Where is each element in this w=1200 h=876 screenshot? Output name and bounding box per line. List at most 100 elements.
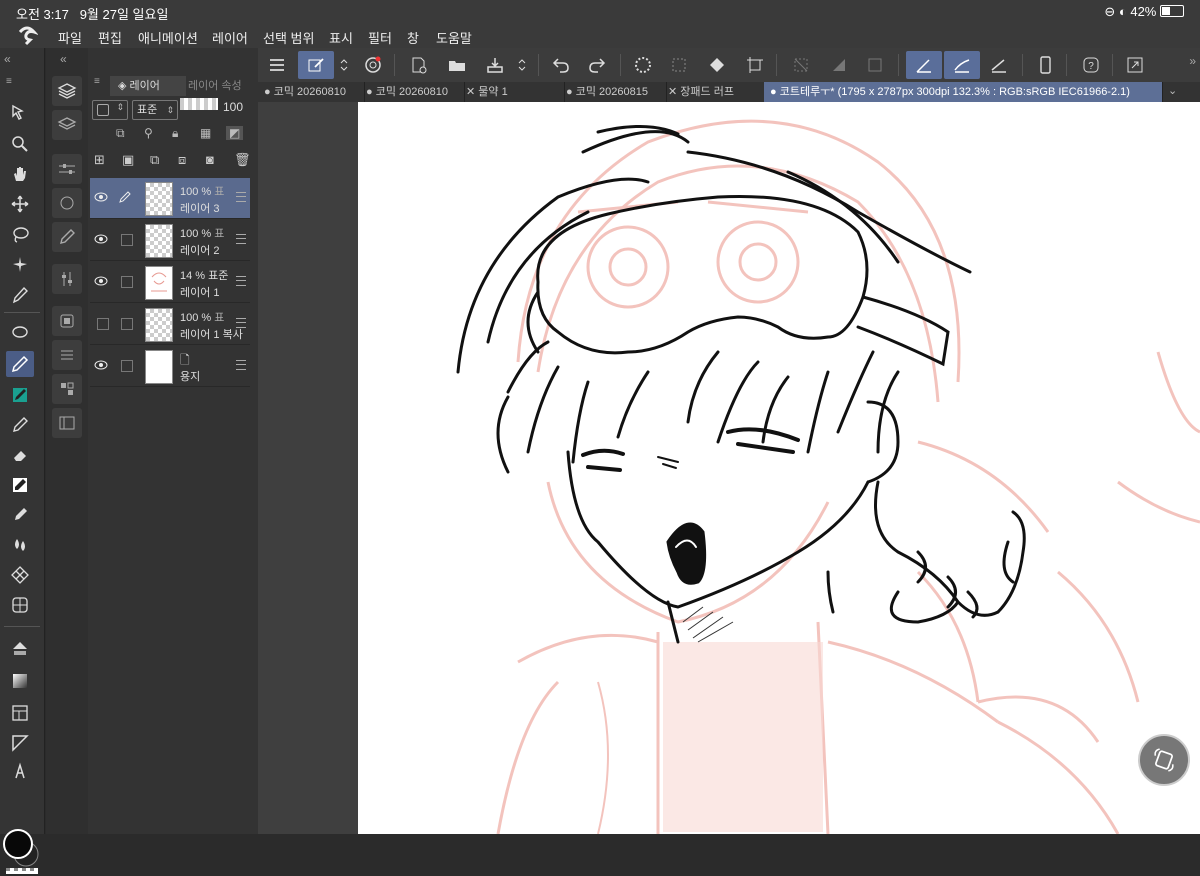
mask-mode-button[interactable]: ⇕ [92,100,128,120]
menu-animation[interactable]: 애니메이션 [138,28,198,47]
edit-checkbox[interactable] [121,234,133,246]
redo-icon[interactable] [582,51,612,79]
drag-handle-icon[interactable] [236,360,246,370]
invert-selection-icon[interactable] [824,51,854,79]
record-icon[interactable] [358,51,388,79]
pattern-tool-icon[interactable] [6,562,34,588]
new-raster-layer-icon[interactable]: ⊞ [94,152,105,168]
layer-row-2[interactable]: 100 % 표 레이어 2 [90,220,250,261]
tab-layer[interactable]: ◈ 레이어 [110,76,186,96]
canvas-paper[interactable] [358,102,1200,834]
lock-alpha-icon[interactable]: ▦ [200,126,211,140]
transform-icon[interactable] [740,51,770,79]
layer-row-3[interactable]: 100 % 표 레이어 3 [90,178,250,219]
delete-layer-icon[interactable]: 🗑︎ [234,152,251,168]
opacity-slider[interactable] [180,98,218,110]
eye-icon[interactable] [94,358,108,372]
mode-toggle-icon[interactable] [336,51,352,79]
color-set-icon[interactable] [52,374,82,404]
help-icon[interactable]: ? [1076,51,1106,79]
blend-mode-select[interactable]: 표준 ⇕ [132,100,178,120]
menu-window[interactable]: 창 [407,28,419,47]
eye-icon[interactable] [94,190,108,204]
drag-handle-icon[interactable] [236,234,246,244]
text-tool-icon[interactable] [6,758,34,784]
tab-doc-5[interactable]: ✕ 장패드 러프 [662,82,769,102]
magic-wand-icon[interactable] [6,252,34,278]
snap-grid-icon[interactable] [984,51,1014,79]
app-logo-icon[interactable] [16,26,38,46]
visibility-checkbox[interactable] [97,318,109,330]
mask-icon[interactable]: ◩ [226,126,244,140]
pen-tool-icon[interactable] [6,351,34,377]
eraser-tool-icon[interactable] [6,442,34,468]
collapse-left-icon[interactable]: « [4,52,11,66]
operation-tool-icon[interactable] [6,100,34,126]
tab-doc-4[interactable]: ● 코믹 20260815 [560,82,667,102]
tab-doc-2[interactable]: ● 코믹 20260810 [360,82,465,102]
menu-file[interactable]: 파일 [58,28,82,47]
open-file-icon[interactable] [442,51,472,79]
loading-icon[interactable] [628,51,658,79]
color-blend-icon[interactable] [6,472,34,498]
tabs-overflow-icon[interactable]: ⌄ [1168,84,1177,97]
ruler-tool-icon[interactable] [6,730,34,756]
new-folder-icon[interactable]: ▣ [122,152,134,168]
hand-tool-icon[interactable] [6,161,34,187]
menu-help[interactable]: 도움말 [436,28,472,47]
panel-menu-icon[interactable]: ≡ [94,76,100,87]
menu-layer[interactable]: 레이어 [212,28,248,47]
edit-mode-icon[interactable] [298,51,334,79]
tab-doc-1[interactable]: ● 코믹 20260810 [258,82,365,102]
edit-checkbox[interactable] [121,318,133,330]
opacity-value[interactable]: 100 [223,100,243,114]
eye-icon[interactable] [94,274,108,288]
new-file-icon[interactable] [404,51,434,79]
clear-icon[interactable] [664,51,694,79]
snap-special-icon[interactable] [944,51,980,79]
reference-layer-icon[interactable]: ⚲ [144,126,153,140]
palette-menu-icon[interactable]: ≡ [6,76,18,88]
layer-row-paper[interactable]: 🗋︎ 용지 [90,346,250,387]
timeline-icon[interactable] [52,408,82,438]
menu-edit[interactable]: 편집 [98,28,122,47]
edit-checkbox[interactable] [121,360,133,372]
menu-selection[interactable]: 선택 범위 [263,28,314,47]
layer-mask-icon[interactable]: ◙ [206,152,214,167]
layer-search-icon[interactable] [52,110,82,140]
layer-row-1-copy[interactable]: 100 % 표 레이어 1 복사 [90,304,250,345]
tab-doc-active[interactable]: ● 코트테루ㅜ* (1795 x 2787px 300dpi 132.3% : … [764,82,1163,102]
device-icon[interactable] [1030,51,1060,79]
marker-tool-icon[interactable] [6,382,34,408]
selection-border-icon[interactable] [860,51,890,79]
clip-icon[interactable]: ⧉ [116,126,125,141]
globe-tool-icon[interactable] [6,592,34,618]
menu-filter[interactable]: 필터 [368,28,392,47]
save-toggle-icon[interactable] [514,51,530,79]
drag-handle-icon[interactable] [236,192,246,202]
blend-tool-icon[interactable] [6,502,34,528]
tab-layer-property[interactable]: 레이어 속성 [184,76,258,96]
tab-doc-3[interactable]: ✕ 물약 1 [460,82,565,102]
drag-handle-icon[interactable] [236,318,246,328]
menu-icon[interactable] [262,51,292,79]
fill-icon[interactable] [702,51,732,79]
sub-tool-icon[interactable] [52,222,82,252]
rotate-canvas-button[interactable] [1138,734,1190,786]
collapse-right-icon[interactable]: » [1189,54,1196,68]
navigator-icon[interactable] [52,306,82,336]
collapse-icon[interactable]: « [60,52,67,66]
snap-ruler-icon[interactable] [906,51,942,79]
transfer-layer-icon[interactable]: ⧉ [150,152,159,168]
menu-view[interactable]: 표시 [329,28,353,47]
lock-icon[interactable]: 🔒︎ [172,126,178,141]
lasso-fill-icon[interactable] [6,320,34,346]
lasso-tool-icon[interactable] [6,222,34,248]
material-icon[interactable] [52,340,82,370]
adjust-icon[interactable] [52,264,82,294]
zoom-tool-icon[interactable] [6,131,34,157]
tool-property-icon[interactable] [52,154,82,184]
fill-drops-icon[interactable] [6,532,34,558]
layers-sub-icon[interactable] [52,76,82,106]
brush-size-icon[interactable] [52,188,82,218]
